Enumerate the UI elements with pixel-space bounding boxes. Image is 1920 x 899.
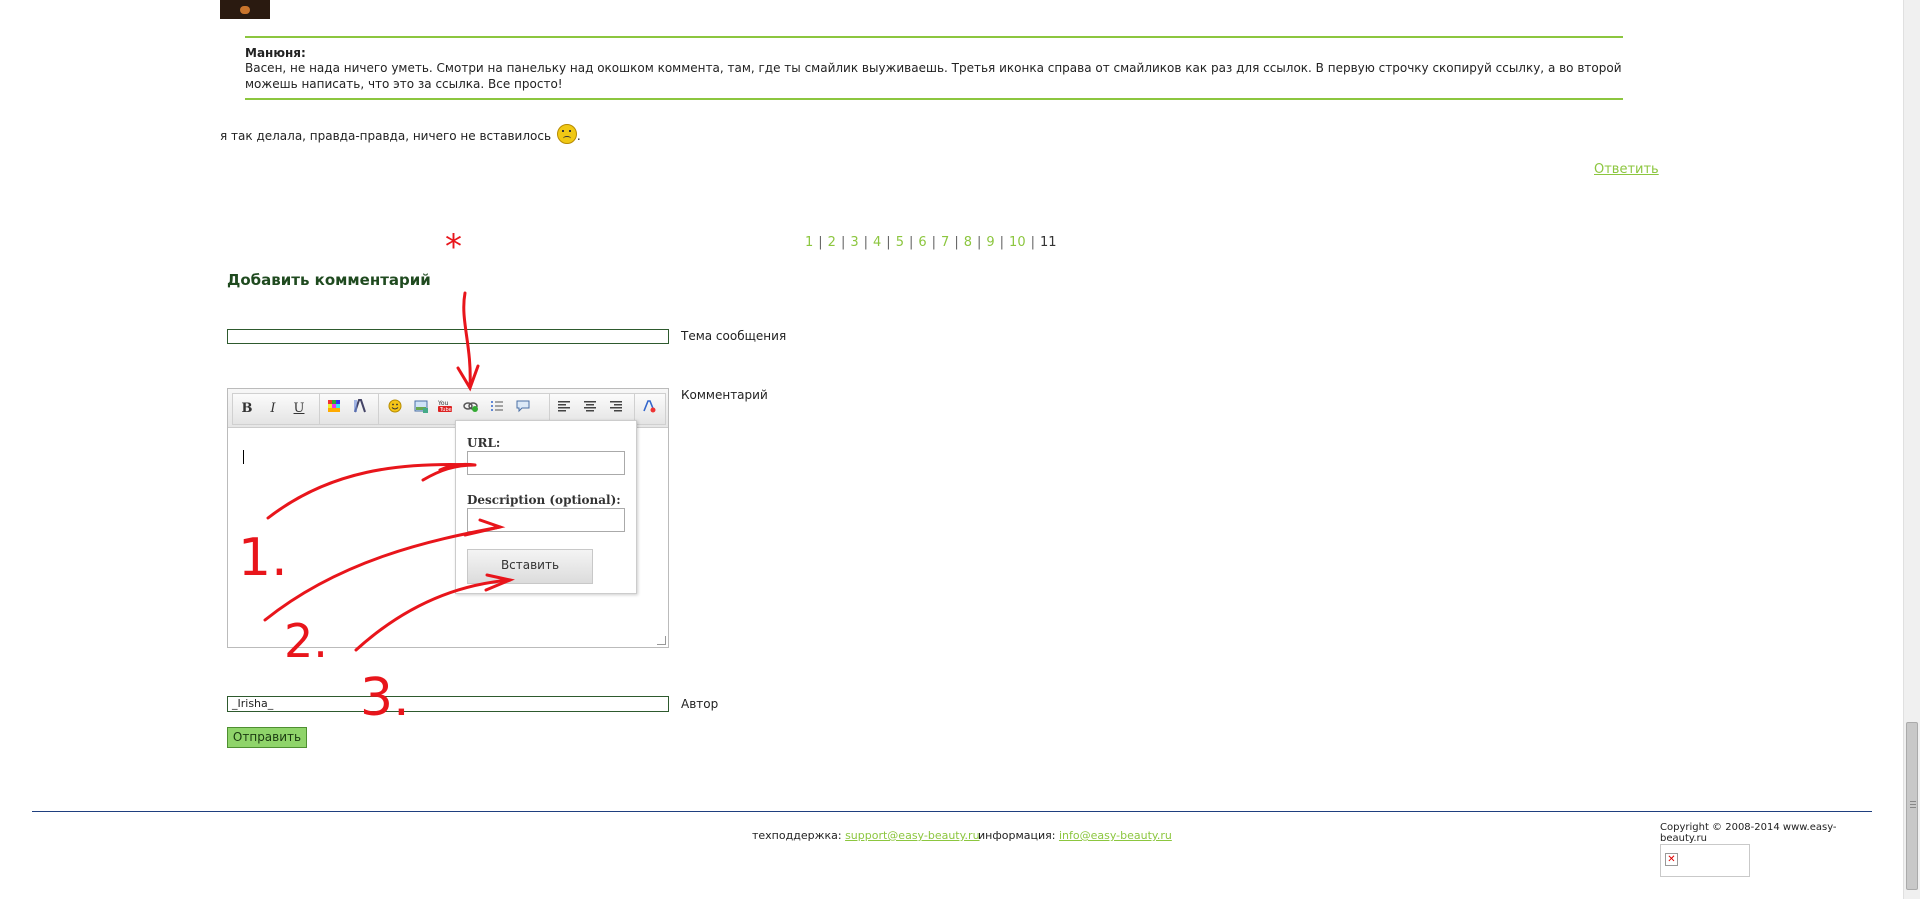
page-separator: |: [999, 235, 1005, 250]
reply-body: я так делала, правда-правда, ничего не в…: [220, 124, 581, 144]
info-email-link[interactable]: info@easy-beauty.ru: [1059, 829, 1172, 842]
submit-button[interactable]: Отправить: [227, 727, 307, 748]
footer-support: техподдержка: support@easy-beauty.ru: [752, 829, 980, 842]
bold-button[interactable]: B: [237, 399, 257, 419]
image-icon[interactable]: [411, 399, 431, 419]
page-separator: |: [931, 235, 937, 250]
youtube-icon[interactable]: You Tube: [435, 399, 455, 419]
comment-label: Комментарий: [681, 388, 768, 402]
sad-smiley-icon: [556, 124, 577, 144]
page-link-2[interactable]: 2: [828, 235, 836, 250]
footer-divider: [32, 811, 1872, 812]
add-comment-heading: Добавить комментарий: [227, 271, 431, 289]
page-link-9[interactable]: 9: [986, 235, 994, 250]
page-separator: |: [886, 235, 891, 250]
text-caret: [243, 450, 244, 464]
insert-button[interactable]: Вставить: [467, 549, 593, 584]
page-link-10[interactable]: 10: [1009, 235, 1026, 250]
align-right-icon[interactable]: [606, 399, 626, 419]
page-link-8[interactable]: 8: [964, 235, 972, 250]
page-separator: |: [954, 235, 959, 250]
page-current: 11: [1039, 235, 1057, 250]
url-input[interactable]: [467, 451, 625, 475]
quote-icon[interactable]: [513, 399, 533, 419]
url-label: URL:: [467, 436, 501, 450]
scrollbar[interactable]: [1903, 0, 1920, 899]
support-label: техподдержка:: [752, 829, 842, 842]
underline-button[interactable]: U: [289, 399, 309, 419]
description-label: Description (optional):: [467, 493, 621, 507]
scroll-thumb[interactable]: [1906, 722, 1918, 890]
reply-text: я так делала, правда-правда, ничего не в…: [220, 129, 552, 143]
page-separator: |: [840, 235, 846, 250]
subject-label: Тема сообщения: [681, 329, 787, 343]
reply-link[interactable]: Ответить: [1594, 162, 1659, 177]
counter-badge: ✕: [1660, 844, 1750, 877]
color-icon[interactable]: [324, 399, 344, 419]
align-left-icon[interactable]: [554, 399, 574, 419]
reply-suffix: .: [576, 129, 581, 143]
page-link-1[interactable]: 1: [805, 235, 813, 250]
align-center-icon[interactable]: [580, 399, 600, 419]
list-icon[interactable]: [487, 399, 507, 419]
link-popup: URL: Description (optional): Вставить: [455, 420, 637, 594]
page-separator: |: [863, 235, 869, 250]
font-size-icon[interactable]: [350, 399, 370, 419]
page-separator: |: [818, 235, 823, 250]
author-input[interactable]: _Irisha_: [227, 696, 669, 712]
subject-input[interactable]: [227, 329, 669, 344]
avatar: [220, 0, 270, 19]
link-icon[interactable]: [461, 399, 481, 419]
quote-text: Васен, не нада ничего уметь. Смотри на п…: [245, 61, 1622, 91]
page-link-5[interactable]: 5: [896, 235, 904, 250]
quoted-comment: Манюня: Васен, не нада ничего уметь. Смо…: [245, 36, 1623, 100]
format-group: B I U: [232, 393, 320, 425]
page-separator: |: [976, 235, 982, 250]
page-link-6[interactable]: 6: [918, 235, 926, 250]
footer-info: информация: info@easy-beauty.ru: [978, 829, 1172, 842]
quote-author: Манюня:: [245, 46, 306, 60]
pagination: 1 | 2 | 3 | 4 | 5 | 6 | 7 | 8 | 9 | 10 | 11: [805, 235, 1057, 250]
asterisk-mark: *: [445, 227, 462, 267]
copyright: Copyright © 2008-2014 www.easy-beauty.ru: [1660, 822, 1837, 844]
info-label: информация:: [978, 829, 1056, 842]
italic-button[interactable]: I: [263, 399, 283, 419]
smiley-icon[interactable]: [385, 399, 405, 419]
svg-text:Tube: Tube: [439, 407, 452, 413]
misc-group: [634, 393, 666, 425]
description-input[interactable]: [467, 508, 625, 532]
page-link-7[interactable]: 7: [941, 235, 949, 250]
page-link-3[interactable]: 3: [850, 235, 858, 250]
remove-format-icon[interactable]: [639, 399, 659, 419]
page-separator: |: [1030, 235, 1035, 250]
author-label: Автор: [681, 697, 719, 711]
resize-handle[interactable]: [657, 636, 666, 645]
page-link-4[interactable]: 4: [873, 235, 881, 250]
support-email-link[interactable]: support@easy-beauty.ru: [845, 829, 979, 842]
color-group: [319, 393, 379, 425]
broken-image-icon: ✕: [1665, 853, 1678, 866]
page-separator: |: [908, 235, 914, 250]
svg-text:You: You: [437, 400, 449, 407]
